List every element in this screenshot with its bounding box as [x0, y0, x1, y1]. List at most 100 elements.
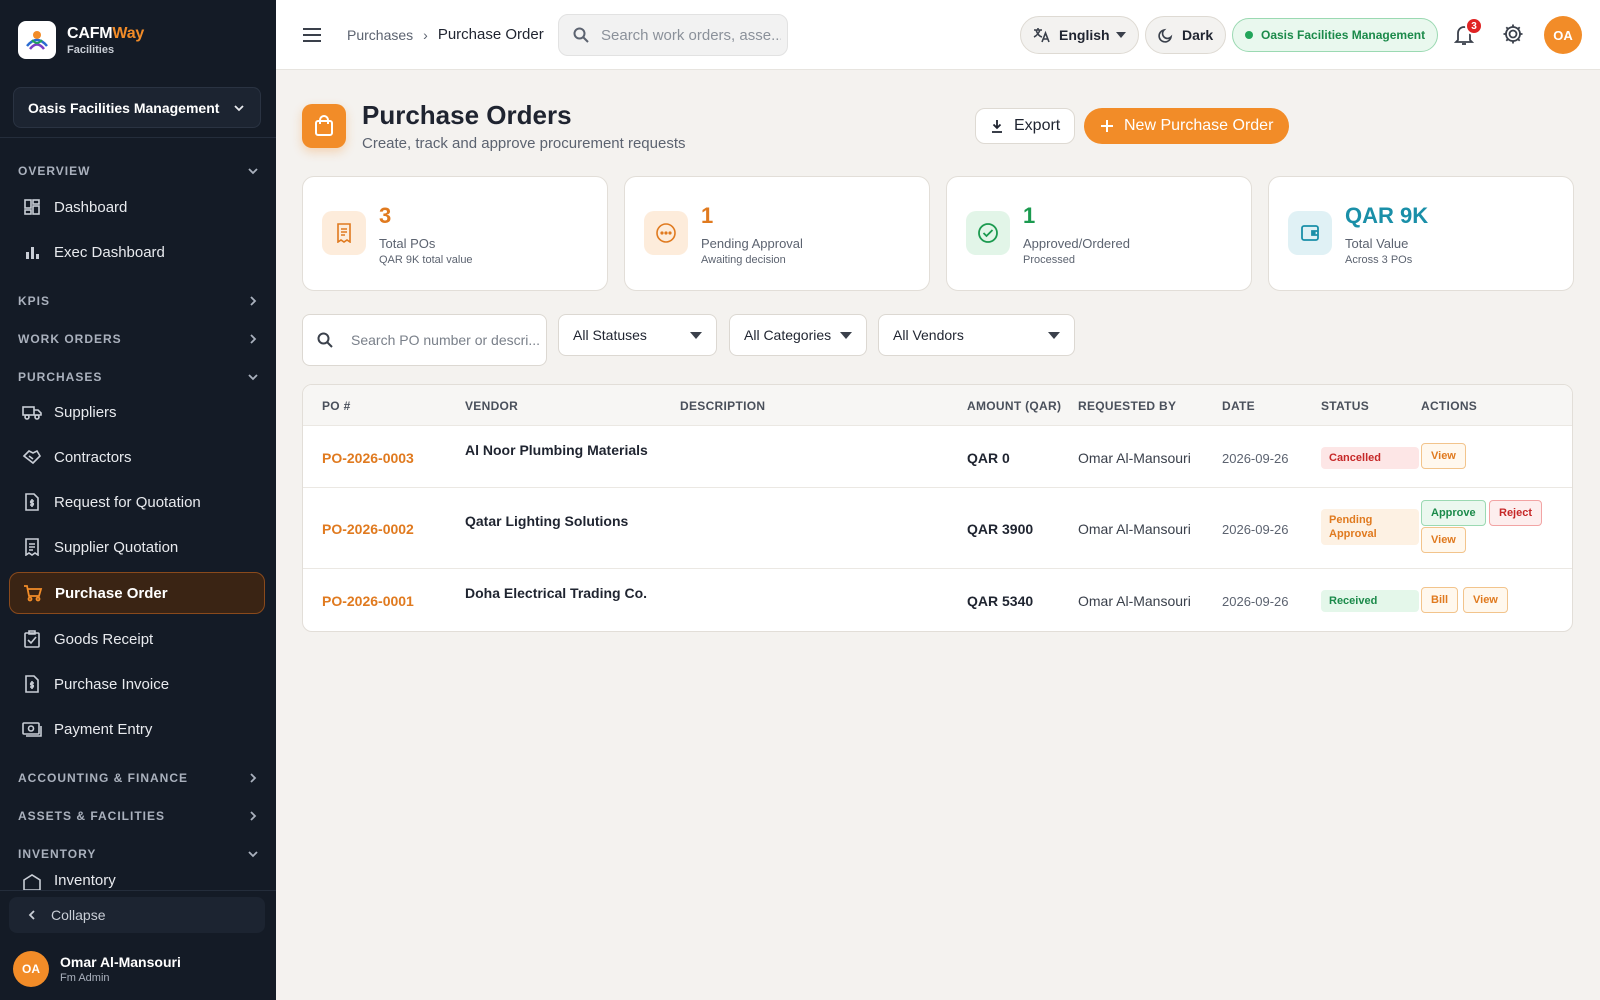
- column-header[interactable]: REQUESTED BY: [1078, 399, 1176, 413]
- sidebar-item-purchase-order[interactable]: Purchase Order: [9, 572, 265, 614]
- sidebar-item-label: Purchase Order: [55, 584, 168, 602]
- vendor-filter-value: All Vendors: [893, 327, 964, 343]
- approve-button[interactable]: Approve: [1421, 500, 1486, 526]
- vendor-filter[interactable]: All Vendors: [878, 314, 1075, 356]
- new-purchase-order-button[interactable]: New Purchase Order: [1084, 108, 1290, 144]
- brand[interactable]: CAFMWay Facilities: [18, 21, 144, 59]
- sidebar-item-rfq[interactable]: Request for Quotation: [9, 481, 265, 523]
- requested-by: Omar Al-Mansouri: [1078, 450, 1191, 466]
- po-number-link[interactable]: PO-2026-0001: [322, 593, 414, 609]
- po-number-link[interactable]: PO-2026-0003: [322, 450, 414, 466]
- po-search-input[interactable]: [351, 332, 541, 348]
- sidebar-item-payment-entry[interactable]: Payment Entry: [9, 708, 265, 750]
- divider: [0, 137, 276, 138]
- section-kpis[interactable]: KPIS: [18, 294, 260, 308]
- theme-toggle[interactable]: Dark: [1145, 16, 1227, 54]
- date: 2026-09-26: [1222, 594, 1289, 609]
- column-header[interactable]: STATUS: [1321, 399, 1369, 413]
- stat-label: Total Value: [1345, 236, 1409, 251]
- column-header[interactable]: DESCRIPTION: [680, 399, 765, 413]
- user-name: Omar Al-Mansouri: [60, 954, 181, 970]
- sidebar-item-purchase-invoice[interactable]: Purchase Invoice: [9, 663, 265, 705]
- section-accounting[interactable]: ACCOUNTING & FINANCE: [18, 771, 260, 785]
- stat-note: QAR 9K total value: [379, 254, 473, 266]
- export-button[interactable]: Export: [975, 108, 1076, 144]
- clipboard-check-icon: [22, 629, 42, 649]
- check-circle-icon: [966, 211, 1010, 255]
- cart-icon: [23, 583, 43, 603]
- sidebar: CAFMWay Facilities Oasis Facilities Mana…: [0, 0, 276, 1000]
- sidebar-item-goods-receipt[interactable]: Goods Receipt: [9, 618, 265, 660]
- view-button[interactable]: View: [1463, 587, 1508, 613]
- column-header[interactable]: AMOUNT (QAR): [967, 399, 1061, 413]
- sidebar-item-inventory[interactable]: Inventory: [9, 870, 265, 890]
- global-search[interactable]: [558, 14, 788, 56]
- table-row[interactable]: PO-2026-0003 Al Noor Plumbing Materials …: [303, 426, 1572, 488]
- amount: QAR 5340: [967, 593, 1034, 609]
- bill-button[interactable]: Bill: [1421, 587, 1459, 613]
- section-work-orders[interactable]: WORK ORDERS: [18, 332, 260, 346]
- stat-card-approved: 1 Approved/Ordered Processed: [946, 176, 1252, 291]
- date: 2026-09-26: [1222, 522, 1289, 537]
- reject-button[interactable]: Reject: [1489, 500, 1543, 526]
- po-number-link[interactable]: PO-2026-0002: [322, 521, 414, 537]
- divider: [0, 890, 276, 891]
- column-header[interactable]: ACTIONS: [1421, 399, 1477, 413]
- avatar[interactable]: OA: [1544, 16, 1582, 54]
- shopping-bag-icon: [302, 104, 346, 148]
- export-label: Export: [1014, 117, 1061, 134]
- handshake-icon: [22, 447, 42, 467]
- search-input[interactable]: [601, 26, 781, 44]
- menu-icon[interactable]: [300, 23, 324, 47]
- sidebar-item-dashboard[interactable]: Dashboard: [9, 186, 265, 228]
- collapse-button[interactable]: Collapse: [9, 897, 265, 933]
- sidebar-item-exec-dashboard[interactable]: Exec Dashboard: [9, 231, 265, 273]
- category-filter[interactable]: All Categories: [729, 314, 867, 356]
- stat-note: Awaiting decision: [701, 254, 786, 266]
- caret-down-icon: [1048, 331, 1060, 339]
- breadcrumb-current: Purchase Order: [437, 26, 544, 43]
- section-assets[interactable]: ASSETS & FACILITIES: [18, 809, 260, 823]
- topbar: Purchases › Purchase Order English Dark …: [276, 0, 1600, 70]
- sidebar-item-label: Inventory: [54, 872, 116, 889]
- sidebar-item-label: Exec Dashboard: [54, 243, 165, 261]
- date: 2026-09-26: [1222, 451, 1289, 466]
- stat-card-pending-approval: 1 Pending Approval Awaiting decision: [624, 176, 930, 291]
- collapse-label: Collapse: [51, 907, 106, 923]
- view-button[interactable]: View: [1421, 443, 1466, 469]
- user-profile[interactable]: OA Omar Al-Mansouri Fm Admin: [13, 951, 181, 987]
- dashboard-icon: [22, 197, 42, 217]
- sidebar-item-label: Supplier Quotation: [54, 538, 179, 556]
- sidebar-item-contractors[interactable]: Contractors: [9, 436, 265, 478]
- sidebar-item-label: Purchase Invoice: [54, 675, 170, 693]
- wallet-icon: [1288, 211, 1332, 255]
- breadcrumb-parent[interactable]: Purchases: [347, 27, 413, 43]
- column-header[interactable]: PO #: [322, 399, 351, 413]
- page-title: Purchase Orders: [362, 100, 572, 130]
- sidebar-item-label: Dashboard: [54, 198, 128, 216]
- truck-icon: [22, 402, 42, 422]
- section-inventory[interactable]: INVENTORY: [18, 847, 260, 861]
- vendor-name: Al Noor Plumbing Materials: [465, 442, 648, 458]
- gear-icon[interactable]: [1502, 23, 1526, 47]
- sidebar-item-label: Suppliers: [54, 403, 117, 421]
- stat-card-total-pos: 3 Total POs QAR 9K total value: [302, 176, 608, 291]
- sidebar-item-label: Goods Receipt: [54, 630, 154, 648]
- status-badge: Cancelled: [1321, 447, 1419, 469]
- status-filter[interactable]: All Statuses: [558, 314, 717, 356]
- column-header[interactable]: DATE: [1222, 399, 1255, 413]
- org-selector[interactable]: Oasis Facilities Management: [13, 87, 261, 128]
- language-selector[interactable]: English: [1020, 16, 1139, 54]
- requested-by: Omar Al-Mansouri: [1078, 593, 1191, 609]
- po-search[interactable]: [302, 314, 547, 366]
- table-row[interactable]: PO-2026-0001 Doha Electrical Trading Co.…: [303, 569, 1572, 631]
- column-header[interactable]: VENDOR: [465, 399, 518, 413]
- user-role: Fm Admin: [60, 972, 110, 984]
- section-overview[interactable]: OVERVIEW: [18, 164, 260, 178]
- sidebar-item-suppliers[interactable]: Suppliers: [9, 391, 265, 433]
- org-status-badge[interactable]: Oasis Facilities Management: [1232, 18, 1439, 52]
- table-row[interactable]: PO-2026-0002 Qatar Lighting Solutions QA…: [303, 488, 1572, 569]
- section-purchases[interactable]: PURCHASES: [18, 370, 260, 384]
- view-button[interactable]: View: [1421, 527, 1466, 553]
- sidebar-item-supplier-quotation[interactable]: Supplier Quotation: [9, 526, 265, 568]
